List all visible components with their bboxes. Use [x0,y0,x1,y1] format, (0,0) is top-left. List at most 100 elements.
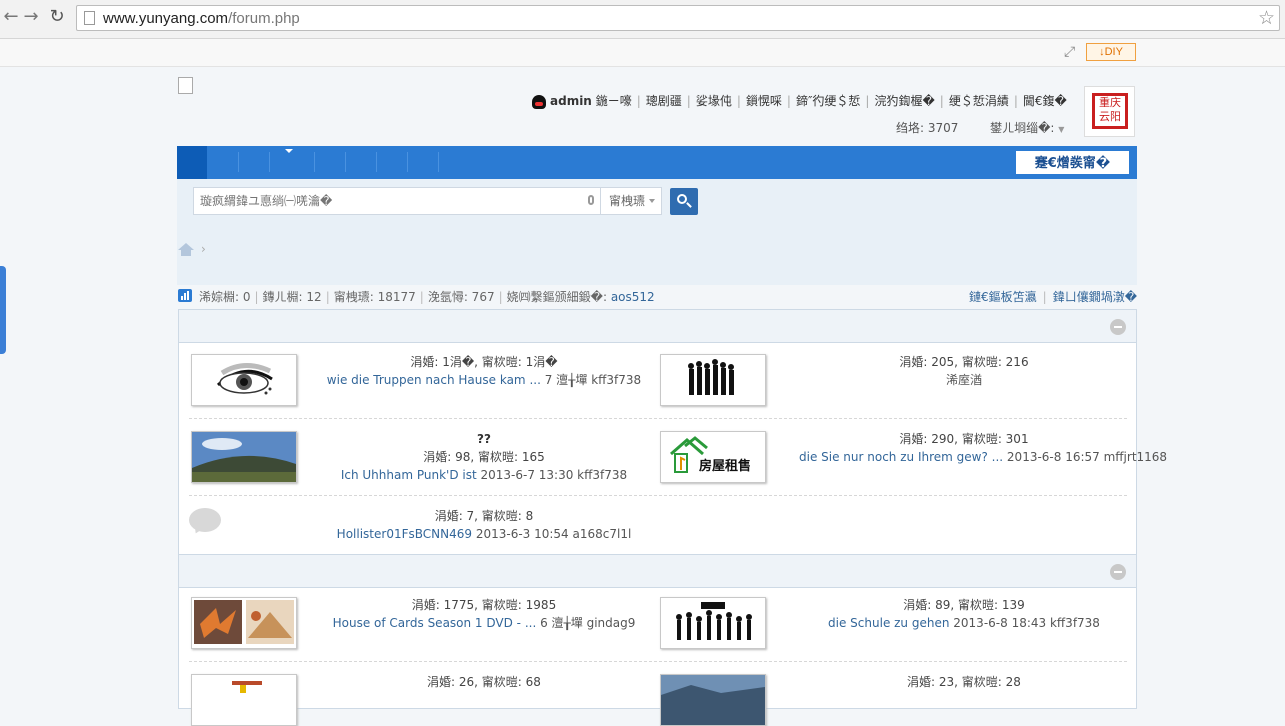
brand-seal-logo[interactable]: 重庆 云阳 [1084,86,1135,137]
forward-arrow-icon[interactable]: → [20,6,42,28]
browser-toolbar: ← → ↻ www.yunyang.com/forum.php ☆ [0,0,1285,39]
user-link-settings[interactable]: 璁剧疆 [646,94,682,108]
category-header [179,554,1136,588]
last-post-meta: 7 澶╁墠 kff3f738 [544,373,642,387]
landscape-image [192,432,296,482]
forum-info: ?? 涓婚: 98, 甯栨暟: 165 Ich Uhhham Punk'D is… [319,430,649,484]
credit-link[interactable]: 绉垎: 3707 [896,121,958,135]
forum-thumbnail[interactable] [660,597,766,649]
forum-title[interactable]: ?? [319,430,649,448]
forum-stats: 浠婃棩: 0 | 鏄ㄦ棩: 12 | 甯栧瓙: 18177 | 浼氬憳: 767 | 娆㈣繋鏂颁… [177,288,1137,306]
search-box [193,187,601,215]
search-button[interactable] [670,188,698,215]
forum-info: 涓婚: 26, 甯栨暟: 68 [319,673,649,691]
user-link-card-manage[interactable]: 鍗″彴绠＄悊 [796,94,860,108]
diy-button[interactable]: ↓DIY [1086,43,1136,61]
reload-icon[interactable]: ↻ [46,6,68,28]
nav-item-active[interactable] [177,146,207,179]
site-logo-image[interactable] [178,77,193,94]
side-feedback-tab[interactable] [0,266,6,354]
thread-count: 涓婚: 1涓�, 甯栨暟: 1涓� [410,355,558,369]
microphone-icon[interactable] [588,195,594,205]
thread-count: 涓婚: 89, 甯栨暟: 139 [903,598,1025,612]
last-post-link[interactable]: Hollister01FsBCNN469 [337,527,472,541]
nav-dropdown-arrow-icon[interactable] [285,149,293,153]
stat-members: 浼氬憳: 767 [427,290,495,304]
user-link-logout[interactable]: 閫€鍑� [1023,94,1067,108]
user-group-link[interactable]: 鐢ㄦ埛缁�: [990,121,1054,135]
search-input[interactable] [194,188,586,214]
stats-chart-icon [178,289,192,302]
last-post-link[interactable]: House of Cards Season 1 DVD - ... [333,616,537,630]
fullscreen-icon[interactable]: ⤢ [1064,44,1075,60]
forum-thumbnail[interactable] [191,597,297,649]
forum-image [232,681,262,693]
last-post-meta: 2013-6-3 10:54 a168c7l1l [475,527,632,541]
thread-count: 涓婚: 98, 甯栨暟: 165 [423,450,545,464]
thread-count: 涓婚: 1775, 甯栨暟: 1985 [411,598,557,612]
forum-info: 涓婚: 1775, 甯栨暟: 1985 House of Cards Seaso… [319,596,649,632]
collapse-icon[interactable] [1110,319,1126,335]
forum-info: 涓婚: 205, 甯栨暟: 216 浠庢湭 [799,353,1129,389]
last-post-link[interactable]: wie die Truppen nach Hause kam ... [327,373,541,387]
forum-info: 涓婚: 290, 甯栨暟: 301 die Sie nur noch zu Ih… [799,430,1167,466]
forum-image [661,675,765,725]
last-post-link[interactable]: die Schule zu gehen [828,616,949,630]
thread-count: 涓婚: 26, 甯栨暟: 68 [427,675,541,689]
user-link-board-manage[interactable]: 浣犳鍧楃� [874,94,934,108]
thread-count: 涓婚: 7, 甯栨暟: 8 [434,509,534,523]
breadcrumb-separator-icon: › [201,242,206,256]
user-link-notices[interactable]: 鎻愰啋 [746,94,782,108]
forum-thumbnail[interactable] [191,674,297,726]
last-post-meta: 2013-6-8 18:43 kff3f738 [953,616,1100,630]
diy-toolbar: ⤢ ↓DIY [0,39,1285,67]
forum-info: 涓婚: 7, 甯栨暟: 8 Hollister01FsBCNN469 2013-… [319,507,649,543]
caret-down-icon[interactable]: ▼ [1058,125,1064,134]
url-text[interactable]: www.yunyang.com/forum.php [103,10,300,27]
newest-member-label: 娆㈣繋鏂颁細鍛�: [506,290,607,304]
newest-member-link[interactable]: aos512 [611,290,655,304]
all-boards-link[interactable]: 鍏ㄩ儴鐗堝潡� [1053,290,1137,304]
user-link-admin-center[interactable]: 绠＄悊涓績 [949,94,1009,108]
main-nav-bar: 蹇€熷彂甯� [177,146,1137,179]
user-link-online[interactable]: 鍦ㄧ嚎 [596,94,632,108]
forum-thumbnail[interactable] [660,354,766,406]
stat-posts: 甯栧瓙: 18177 [333,290,416,304]
thread-count: 涓婚: 23, 甯栨暟: 28 [907,675,1021,689]
last-post-meta: 浠庢湭 [945,373,982,387]
category-header [179,310,1136,343]
chevron-down-icon [649,199,655,203]
qq-penguin-icon [532,94,546,109]
silhouettes-image [688,359,734,395]
forum-thumbnail[interactable] [191,354,297,406]
thread-count: 涓婚: 290, 甯栨暟: 301 [899,432,1029,446]
speech-bubble-icon [189,508,221,532]
forum-info: 涓婚: 23, 甯栨暟: 28 [799,673,1129,691]
home-icon[interactable] [178,243,194,250]
collapse-icon[interactable] [1110,564,1126,580]
search-bar: 甯栧瓙 [177,179,1137,223]
forum-info: 涓婚: 1涓�, 甯栨暟: 1涓� wie die Truppen nach H… [319,353,649,389]
user-nav: admin 鍦ㄧ嚎 | 璁剧疆 | 娑堟伅 | 鎻愰啋 | 鍗″彴绠＄悊 | 浣犳鍧楃� | 绠＄悊涓績… [532,92,1067,109]
house-rental-text: 房屋租售 [699,458,751,474]
user-link-messages[interactable]: 娑堟伅 [696,94,732,108]
last-post-link[interactable]: Ich Uhhham Punk'D ist [341,468,477,482]
house-rental-image: 房屋租售 [670,436,751,474]
forum-thumbnail[interactable] [660,674,766,726]
address-bar[interactable]: www.yunyang.com/forum.php ☆ [76,5,1280,31]
quick-post-button[interactable]: 蹇€熷彂甯� [1016,151,1129,174]
search-scope-label: 甯栧瓙 [609,194,646,208]
search-scope-select[interactable]: 甯栧瓙 [601,187,662,215]
username-link[interactable]: admin [550,94,592,108]
crowd-image [676,602,752,640]
last-post-meta: 2013-6-7 13:30 kff3f738 [480,468,628,482]
forum-thumbnail[interactable] [191,431,297,483]
stat-yesterday: 鏄ㄦ棩: 12 [262,290,322,304]
back-arrow-icon[interactable]: ← [0,6,22,28]
forum-thumbnail[interactable]: 房屋租售 [660,431,766,483]
thread-count: 涓婚: 205, 甯栨暟: 216 [899,355,1029,369]
breadcrumb: › [177,223,1137,285]
last-post-link[interactable]: die Sie nur noch zu Ihrem gew? ... [799,450,1003,464]
star-icon[interactable]: ☆ [1258,7,1275,29]
latest-posts-link[interactable]: 鏈€鏂板笘瀛 [969,290,1037,304]
